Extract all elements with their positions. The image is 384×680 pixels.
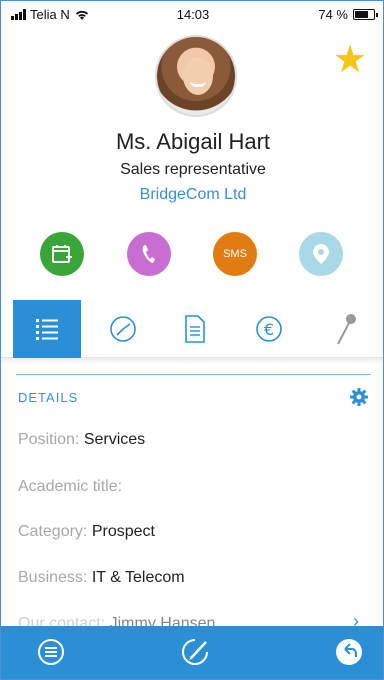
edit-icon (182, 639, 208, 665)
tab-history[interactable] (89, 300, 157, 358)
contact-screen: Telia N 14:03 74 % ★ Ms. Abigail Hart Sa… (0, 0, 384, 680)
add-calendar-button[interactable] (40, 232, 84, 276)
sms-button[interactable]: SMS (213, 232, 257, 276)
sms-icon: SMS (223, 248, 247, 260)
contact-company-link[interactable]: BridgeCom Ltd (1, 186, 383, 204)
contact-role: Sales representative (120, 161, 266, 178)
avatar (155, 35, 237, 117)
bottom-toolbar (1, 626, 383, 679)
menu-button[interactable] (33, 634, 69, 670)
location-pin-icon (313, 244, 329, 264)
menu-icon (38, 639, 64, 665)
battery-icon (353, 9, 378, 20)
battery-percent: 74 % (318, 7, 348, 22)
phone-icon (142, 245, 155, 263)
field-position: Position: Services (18, 431, 146, 448)
clock-icon (110, 316, 136, 342)
field-academic-title: Academic title: (18, 478, 123, 495)
tab-sales[interactable]: € (235, 300, 303, 358)
quick-actions: SMS (1, 232, 383, 282)
gear-icon[interactable] (349, 387, 369, 407)
favorite-star-icon[interactable]: ★ (333, 41, 367, 79)
back-button[interactable] (331, 634, 367, 670)
details-heading: DETAILS (18, 390, 79, 405)
pin-icon (337, 314, 356, 345)
document-icon (185, 315, 205, 343)
tab-documents[interactable] (161, 300, 229, 358)
contact-name: Ms. Abigail Hart (115, 129, 271, 154)
call-button[interactable] (127, 232, 171, 276)
tab-pin[interactable] (311, 300, 379, 358)
edit-button[interactable] (177, 634, 213, 670)
euro-icon: € (256, 316, 282, 342)
section-divider (16, 374, 371, 375)
map-button[interactable] (299, 232, 343, 276)
calendar-add-icon (52, 245, 72, 263)
field-category: Category: Prospect (18, 523, 155, 540)
section-tabs: € (1, 300, 383, 358)
field-business: Business: IT & Telecom (18, 569, 185, 586)
list-icon (36, 319, 58, 340)
status-bar: Telia N 14:03 74 % (1, 1, 383, 27)
svg-text:€: € (264, 320, 274, 339)
back-icon (336, 639, 362, 665)
tab-details[interactable] (13, 300, 81, 358)
